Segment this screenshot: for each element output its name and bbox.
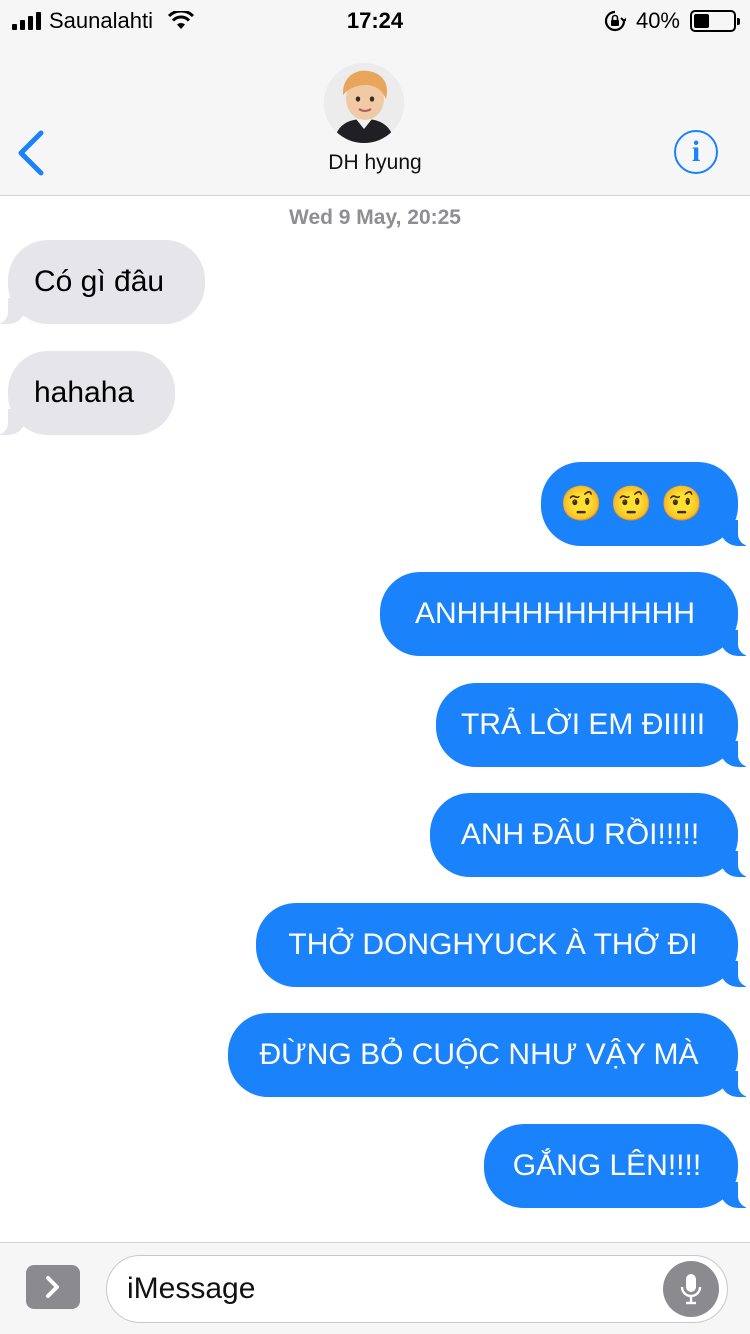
outgoing-message[interactable]: 🤨🤨🤨: [541, 462, 750, 546]
message-text: Có gì đâu: [34, 265, 165, 298]
battery-percentage: 40%: [635, 8, 680, 33]
info-button[interactable]: i: [674, 130, 718, 174]
status-bar: Saunalahti 17:24 40%: [0, 0, 750, 40]
outgoing-message[interactable]: GẮNG LÊN!!!!: [484, 1124, 750, 1208]
info-icon: i: [691, 135, 701, 168]
raised-eyebrow-emoji-icon: 🤨🤨🤨: [560, 485, 712, 523]
microphone-icon: [680, 1274, 702, 1305]
conversation-timestamp: Wed 9 May, 20:25: [289, 206, 461, 229]
battery-level: [694, 14, 710, 28]
message-input-bar: [0, 1242, 750, 1334]
outgoing-message[interactable]: THỞ DONGHYUCK À THỞ ĐI: [256, 903, 750, 987]
contact-name[interactable]: DH hyung: [0, 151, 750, 175]
incoming-message[interactable]: hahaha: [0, 351, 175, 435]
message-text: THỞ DONGHYUCK À THỞ ĐI: [288, 928, 698, 961]
battery-icon: [690, 10, 740, 32]
outgoing-message[interactable]: ANH ĐÂU RỒI!!!!!: [430, 793, 750, 877]
contact-avatar[interactable]: [324, 63, 404, 143]
outgoing-message[interactable]: ANHHHHHHHHHHH: [380, 572, 750, 656]
message-text: ANH ĐÂU RỒI!!!!!: [460, 818, 700, 851]
message-input[interactable]: [127, 1256, 647, 1322]
message-text: ĐỪNG BỎ CUỘC NHƯ VẬY MÀ: [259, 1038, 699, 1071]
message-text: GẮNG LÊN!!!!: [512, 1149, 702, 1182]
message-text: TRẢ LỜI EM ĐIIIII: [460, 708, 706, 741]
rotation-lock-icon: [604, 10, 626, 32]
apps-button[interactable]: [26, 1265, 80, 1309]
message-field[interactable]: [106, 1255, 728, 1323]
dictation-button[interactable]: [663, 1261, 719, 1317]
chevron-right-icon: [46, 1276, 59, 1298]
outgoing-message[interactable]: TRẢ LỜI EM ĐIIIII: [436, 683, 750, 767]
status-right: 40%: [604, 8, 740, 34]
message-text: hahaha: [34, 376, 135, 409]
avatar-portrait-icon: [324, 63, 404, 143]
navigation-bar: Saunalahti 17:24 40% DH hyung i: [0, 0, 750, 196]
incoming-message[interactable]: Có gì đâu: [0, 240, 205, 324]
message-text: ANHHHHHHHHHHH: [415, 597, 695, 630]
outgoing-message[interactable]: ĐỪNG BỎ CUỘC NHƯ VẬY MÀ: [228, 1013, 750, 1097]
